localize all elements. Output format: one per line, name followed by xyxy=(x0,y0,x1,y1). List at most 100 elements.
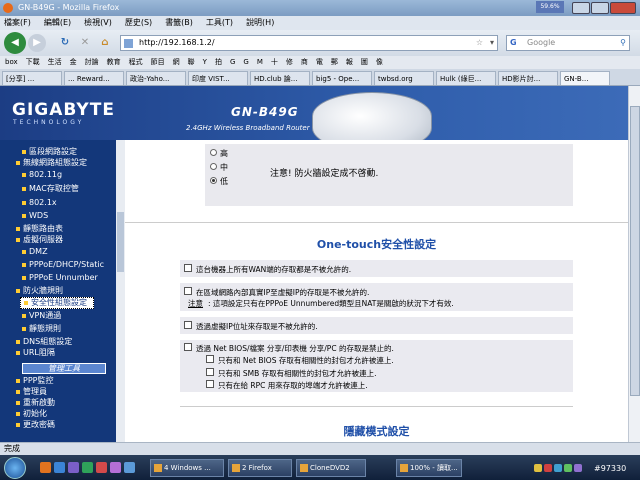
bookmark-item[interactable]: G xyxy=(241,56,250,69)
menu-edit[interactable]: 編輯(E) xyxy=(44,16,71,30)
tray-icon[interactable] xyxy=(534,464,542,472)
browser-tab[interactable]: HD.club 論... xyxy=(250,71,310,85)
menu-bookmarks[interactable]: 書籤(B) xyxy=(165,16,193,30)
bookmark-item[interactable]: 報 xyxy=(344,56,355,69)
level-high-radio[interactable] xyxy=(210,149,217,156)
sidebar-scroll-thumb[interactable] xyxy=(117,212,124,272)
quicklaunch-icon[interactable] xyxy=(68,462,79,473)
sidebar-item[interactable]: 無線網路組態設定 xyxy=(0,158,125,168)
quicklaunch-firefox-icon[interactable] xyxy=(40,462,51,473)
menu-tools[interactable]: 工具(T) xyxy=(206,16,233,30)
sidebar-item[interactable]: 靜態路由表 xyxy=(0,224,125,234)
rpc-only-checkbox[interactable] xyxy=(206,380,214,388)
close-button[interactable] xyxy=(610,2,636,14)
bookmark-item[interactable]: 圖 xyxy=(359,56,370,69)
stop-icon[interactable]: ✕ xyxy=(76,34,94,52)
bookmark-item[interactable]: 金 xyxy=(68,56,79,69)
bookmark-item[interactable]: Y xyxy=(201,56,209,69)
bookmark-item[interactable]: 修 xyxy=(284,56,295,69)
level-mid-radio[interactable] xyxy=(210,163,217,170)
sidebar-item[interactable]: DNS組態設定 xyxy=(0,337,125,347)
browser-tab-active[interactable]: GN-B... xyxy=(560,71,610,85)
bookmark-item[interactable]: box xyxy=(3,56,20,69)
browser-tab[interactable]: Hulk (綠巨... xyxy=(436,71,496,85)
url-bar[interactable]: http://192.168.1.2/ ☆ ▾ xyxy=(120,35,498,51)
browser-tab[interactable]: [分享] ... xyxy=(2,71,62,85)
bookmark-item[interactable]: 像 xyxy=(374,56,385,69)
bookmark-item[interactable]: M xyxy=(255,56,265,69)
quicklaunch-icon[interactable] xyxy=(54,462,65,473)
dropdown-icon[interactable]: ▾ xyxy=(490,36,494,50)
sidebar-item[interactable]: 802.1x xyxy=(0,198,125,208)
taskbar-button[interactable]: 4 Windows ... xyxy=(150,459,224,477)
sidebar-item[interactable]: 防火牆規則 xyxy=(0,286,125,296)
bookmark-star-icon[interactable]: ☆ xyxy=(476,36,483,50)
sidebar-item[interactable]: MAC存取控管 xyxy=(0,184,125,194)
taskbar-button[interactable]: 100% - 讀取... xyxy=(396,459,462,477)
bookmark-item[interactable]: 討論 xyxy=(83,56,101,69)
search-input[interactable]: G Google ⚲ xyxy=(506,35,630,51)
page-scroll-thumb[interactable] xyxy=(630,106,640,396)
browser-tab[interactable]: 印度 VIST... xyxy=(188,71,248,85)
sidebar-item-active[interactable]: 安全性組態設定 xyxy=(20,297,94,309)
quicklaunch-icon[interactable] xyxy=(96,462,107,473)
menu-history[interactable]: 歷史(S) xyxy=(125,16,152,30)
sidebar-item[interactable]: 靜態規則 xyxy=(0,324,125,334)
sidebar-scrollbar[interactable] xyxy=(116,140,125,442)
quicklaunch-icon[interactable] xyxy=(82,462,93,473)
bookmark-item[interactable]: 郵 xyxy=(329,56,340,69)
menu-help[interactable]: 說明(H) xyxy=(246,16,274,30)
sidebar-item[interactable]: 重新啟動 xyxy=(0,398,125,408)
quicklaunch-icon[interactable] xyxy=(110,462,121,473)
bookmark-item[interactable]: 拍 xyxy=(213,56,224,69)
bookmark-item[interactable]: 生活 xyxy=(46,56,64,69)
sidebar-item[interactable]: WDS xyxy=(0,211,125,221)
netbios-only-checkbox[interactable] xyxy=(206,355,214,363)
bookmark-item[interactable]: 十 xyxy=(269,56,280,69)
sidebar-item[interactable]: 802.11g xyxy=(0,170,125,180)
quicklaunch-icon[interactable] xyxy=(124,462,135,473)
browser-tab[interactable]: ... Reward... xyxy=(64,71,124,85)
sidebar-item[interactable]: PPPoE/DHCP/Static xyxy=(0,260,125,270)
forward-button[interactable]: ▶ xyxy=(28,34,46,52)
start-button[interactable] xyxy=(4,457,26,479)
bookmark-item[interactable]: 程式 xyxy=(127,56,145,69)
back-button[interactable]: ◀ xyxy=(4,32,26,54)
menu-view[interactable]: 檢視(V) xyxy=(84,16,112,30)
level-low-radio[interactable] xyxy=(210,177,217,184)
tray-icon[interactable] xyxy=(544,464,552,472)
tray-icon[interactable] xyxy=(564,464,572,472)
browser-tab[interactable]: HD影片討... xyxy=(498,71,558,85)
wan-block-checkbox[interactable] xyxy=(184,264,192,272)
sidebar-item[interactable]: DMZ xyxy=(0,247,125,257)
minimize-button[interactable] xyxy=(572,2,590,14)
sidebar-item[interactable]: 區段網路設定 xyxy=(0,147,125,157)
bookmark-item[interactable]: 網 xyxy=(171,56,182,69)
browser-tab[interactable]: twbsd.org xyxy=(374,71,434,85)
browser-tab[interactable]: 政治-Yaho... xyxy=(126,71,186,85)
sidebar-item[interactable]: 虛擬伺服器 xyxy=(0,235,125,245)
real-ip-checkbox[interactable] xyxy=(184,287,192,295)
smb-only-checkbox[interactable] xyxy=(206,368,214,376)
virtual-ip-checkbox[interactable] xyxy=(184,321,192,329)
netbios-checkbox[interactable] xyxy=(184,343,192,351)
maximize-button[interactable] xyxy=(591,2,609,14)
bookmark-item[interactable]: G xyxy=(228,56,237,69)
bookmark-item[interactable]: 下載 xyxy=(24,56,42,69)
sidebar-item[interactable]: PPP監控 xyxy=(0,376,125,386)
tray-icon[interactable] xyxy=(554,464,562,472)
sidebar-item[interactable]: URL阻隔 xyxy=(0,348,125,358)
bookmark-item[interactable]: 教育 xyxy=(105,56,123,69)
bookmark-item[interactable]: 節目 xyxy=(149,56,167,69)
reload-icon[interactable]: ↻ xyxy=(56,34,74,52)
sidebar-item[interactable]: 初始化 xyxy=(0,409,125,419)
browser-tab[interactable]: big5 - Ope... xyxy=(312,71,372,85)
sidebar-item[interactable]: 更改密碼 xyxy=(0,420,125,430)
taskbar-button[interactable]: CloneDVD2 xyxy=(296,459,366,477)
bookmark-item[interactable]: 商 xyxy=(299,56,310,69)
home-icon[interactable]: ⌂ xyxy=(96,34,114,52)
menu-file[interactable]: 檔案(F) xyxy=(4,16,31,30)
page-scrollbar[interactable] xyxy=(628,86,640,442)
search-icon[interactable]: ⚲ xyxy=(620,36,626,50)
sidebar-item[interactable]: 管理員 xyxy=(0,387,125,397)
